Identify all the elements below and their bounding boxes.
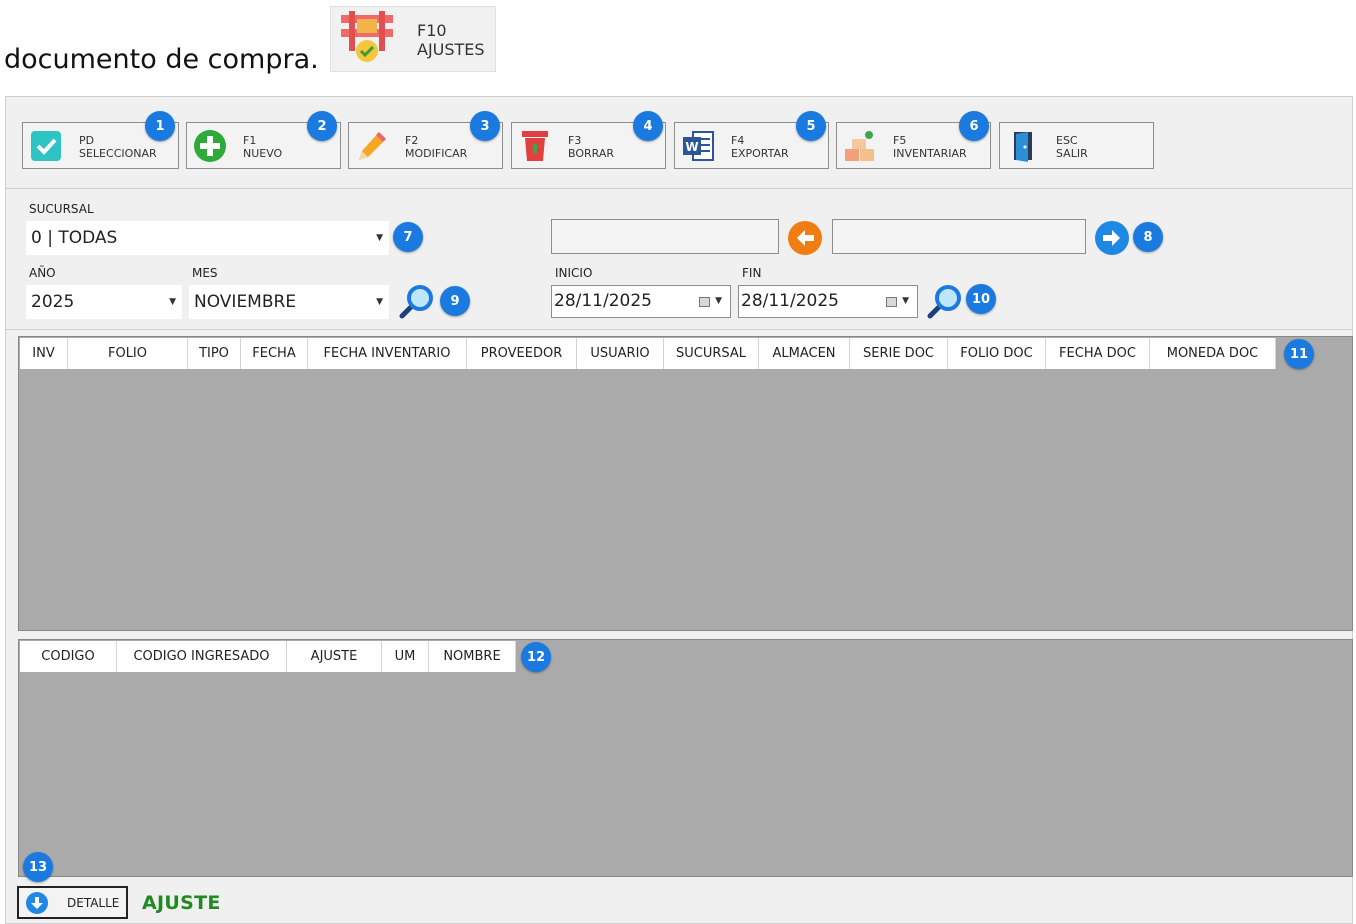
arrow-right-button[interactable] — [1094, 220, 1130, 256]
header-button-key: F10 — [417, 21, 447, 40]
column-header[interactable]: UM — [382, 641, 429, 672]
exportar-key: F4 — [731, 134, 745, 147]
column-header[interactable]: USUARIO — [577, 338, 664, 369]
borrar-label: BORRAR — [568, 147, 615, 160]
chevron-down-icon: ▼ — [715, 296, 722, 306]
column-header[interactable]: TIPO — [188, 338, 241, 369]
badge-6: 6 — [959, 111, 989, 141]
ajustes-header-button[interactable]: F10 AJUSTES — [330, 6, 496, 72]
calendar-icon — [699, 297, 710, 307]
detalle-label: DETALLE — [67, 896, 120, 910]
inicio-label: INICIO — [555, 266, 593, 280]
column-header[interactable]: NOMBRE — [429, 641, 516, 672]
arrow-left-button[interactable] — [787, 220, 823, 256]
calendar-icon — [886, 297, 897, 307]
nav-right-input[interactable] — [832, 219, 1086, 254]
checkbox-icon — [31, 131, 61, 161]
column-header[interactable]: FECHA DOC — [1046, 338, 1150, 369]
column-header[interactable]: FECHA INVENTARIO — [308, 338, 467, 369]
ajustes-grid-header: INV FOLIO TIPO FECHA FECHA INVENTARIO PR… — [20, 338, 1276, 369]
salir-label: SALIR — [1056, 147, 1088, 160]
mes-select[interactable]: NOVIEMBRE ▼ — [189, 285, 389, 319]
column-header[interactable]: SUCURSAL — [664, 338, 759, 369]
column-header[interactable]: FECHA — [241, 338, 308, 369]
word-icon: W — [683, 131, 714, 161]
inventariar-key: F5 — [893, 134, 907, 147]
seleccionar-key: PD — [79, 134, 95, 147]
badge-8: 8 — [1133, 222, 1163, 252]
badge-11: 11 — [1284, 339, 1314, 369]
nuevo-key: F1 — [243, 134, 257, 147]
badge-1: 1 — [145, 111, 175, 141]
svg-text:W: W — [685, 140, 698, 154]
arrow-down-icon — [26, 892, 48, 914]
inicio-value: 28/11/2025 — [554, 291, 652, 311]
fin-label: FIN — [742, 266, 762, 280]
badge-10: 10 — [966, 284, 996, 314]
badge-3: 3 — [470, 111, 500, 141]
mes-label: MES — [192, 266, 218, 280]
mes-value: NOVIEMBRE — [194, 292, 297, 312]
chevron-down-icon: ▼ — [169, 297, 176, 307]
modificar-label: MODIFICAR — [405, 147, 468, 160]
column-header[interactable]: MONEDA DOC — [1150, 338, 1276, 369]
column-header[interactable]: PROVEEDOR — [467, 338, 577, 369]
anio-select[interactable]: 2025 ▼ — [26, 285, 182, 319]
anio-value: 2025 — [31, 292, 75, 312]
salir-button[interactable]: ESC SALIR — [999, 122, 1154, 169]
boxes-icon — [845, 131, 874, 161]
chevron-down-icon: ▼ — [376, 297, 383, 307]
column-header[interactable]: SERIE DOC — [850, 338, 948, 369]
chevron-down-icon: ▼ — [902, 296, 909, 306]
chevron-down-icon: ▼ — [376, 233, 383, 243]
badge-9: 9 — [440, 286, 470, 316]
search-range-button[interactable] — [923, 282, 965, 322]
plus-circle-icon — [194, 130, 226, 162]
inicio-date[interactable]: 28/11/2025 ▼ — [551, 285, 731, 318]
search-month-button[interactable] — [395, 282, 437, 322]
salir-key: ESC — [1056, 134, 1078, 147]
detail-grid-header: CODIGO CODIGO INGRESADO AJUSTE UM NOMBRE — [20, 641, 516, 672]
column-header[interactable]: AJUSTE — [287, 641, 382, 672]
sucursal-select[interactable]: 0 | TODAS ▼ — [26, 221, 389, 255]
header-button-label: AJUSTES — [417, 40, 485, 59]
ajustes-grid[interactable]: INV FOLIO TIPO FECHA FECHA INVENTARIO PR… — [18, 336, 1353, 631]
nuevo-label: NUEVO — [243, 147, 283, 160]
column-header[interactable]: CODIGO INGRESADO — [117, 641, 287, 672]
filter-divider — [6, 329, 1353, 330]
column-header[interactable]: FOLIO DOC — [948, 338, 1046, 369]
inventariar-label: INVENTARIAR — [893, 147, 967, 160]
badge-13: 13 — [23, 852, 53, 882]
sucursal-label: SUCURSAL — [29, 202, 94, 216]
borrar-key: F3 — [568, 134, 582, 147]
column-header[interactable]: CODIGO — [20, 641, 117, 672]
badge-5: 5 — [796, 111, 826, 141]
nav-left-input[interactable] — [551, 219, 779, 254]
trash-icon — [522, 131, 548, 161]
modificar-key: F2 — [405, 134, 419, 147]
sucursal-value: 0 | TODAS — [31, 228, 118, 248]
anio-label: AÑO — [29, 266, 56, 280]
pencil-icon — [359, 132, 386, 160]
column-header[interactable]: INV — [20, 338, 68, 369]
badge-7: 7 — [393, 222, 423, 252]
door-icon — [1014, 132, 1032, 162]
column-header[interactable]: FOLIO — [68, 338, 188, 369]
toolbar-divider — [6, 188, 1353, 189]
fin-date[interactable]: 28/11/2025 ▼ — [738, 285, 918, 318]
badge-12: 12 — [521, 642, 551, 672]
detail-grid[interactable]: CODIGO CODIGO INGRESADO AJUSTE UM NOMBRE — [18, 639, 1353, 877]
column-header[interactable]: ALMACEN — [759, 338, 850, 369]
status-text: AJUSTE — [142, 892, 221, 914]
shelf-check-icon — [341, 11, 393, 62]
fin-value: 28/11/2025 — [741, 291, 839, 311]
badge-4: 4 — [633, 111, 663, 141]
intro-text: documento de compra. — [4, 44, 319, 75]
detalle-button[interactable]: DETALLE — [17, 886, 128, 919]
badge-2: 2 — [307, 111, 337, 141]
seleccionar-label: SELECCIONAR — [79, 147, 157, 160]
exportar-label: EXPORTAR — [731, 147, 789, 160]
